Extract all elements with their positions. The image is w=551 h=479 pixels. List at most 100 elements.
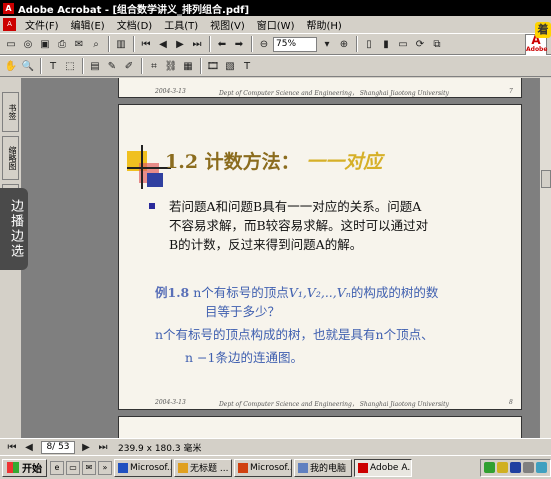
title-bar: A Adobe Acrobat - [组合数学讲义_排列组合.pdf] [0,0,551,16]
current-page: 1.2 计数方法： 一一对应 若问题A和问题B具有一一对应的关系。问题A 不容易… [118,104,522,410]
save-icon[interactable]: ▣ [37,36,53,52]
example-line-2: 目等于多少？ [205,304,281,319]
example-text-b: 的构成的树的数 [350,285,439,300]
prev-page-status-icon[interactable]: ◀ [21,439,37,455]
taskbar-item-my-computer[interactable]: 我的电脑 [294,458,352,477]
bullet-marker [149,203,155,209]
example-label: 例1.8 [155,285,190,300]
zoom-tool-icon[interactable]: 🔍 [20,58,36,74]
page-size: 239.9 x 180.3 毫米 [118,443,202,454]
last-page-icon[interactable]: ⏭ [189,36,205,52]
taskbar-item-acrobat[interactable]: Adobe A... [354,458,412,477]
start-button[interactable]: 开始 [2,458,47,477]
email-icon[interactable]: ✉ [71,36,87,52]
answer-line-2: n −1条边的连通图。 [185,350,303,365]
pencil-tool-icon[interactable]: ✎ [104,58,120,74]
open-icon[interactable]: ▭ [3,36,19,52]
quick-launch-desktop-icon[interactable]: ▭ [66,460,80,475]
menu-bar: A 文件(F) 编辑(E) 文档(D) 工具(T) 视图(V) 窗口(W) 帮助… [0,16,551,33]
first-page-status-icon[interactable]: ⏮ [4,439,20,455]
previous-page-icon[interactable]: ◀ [155,36,171,52]
show-hide-navigation-icon[interactable]: ▥ [113,36,129,52]
menu-document[interactable]: 文档(D) [111,17,159,32]
frame-button[interactable]: 边播边选 [0,188,28,270]
zoom-dropdown-icon[interactable]: ▾ [319,36,335,52]
fit-page-icon[interactable]: ▮ [378,36,394,52]
hand-tool-icon[interactable]: ✋ [3,58,19,74]
last-page-status-icon[interactable]: ⏭ [95,439,111,455]
go-back-icon[interactable]: ⬅ [214,36,230,52]
link-tool-icon[interactable]: ⛓ [163,58,179,74]
crop-tool-icon[interactable]: ⌗ [146,58,162,74]
vertical-scrollbar[interactable] [539,78,551,438]
toolbar-tools: ✋ 🔍 T ⬚ ▤ ✎ ✐ ⌗ ⛓ ▦ 🎞 ▧ T [0,55,551,77]
menu-tools[interactable]: 工具(T) [158,17,204,32]
footer-page-number: 8 [509,399,513,406]
go-forward-icon[interactable]: ➡ [231,36,247,52]
menu-view[interactable]: 视图(V) [204,17,251,32]
footer-date: 2004-3-13 [155,88,186,95]
menu-file[interactable]: 文件(F) [19,17,65,32]
highlight-tool-icon[interactable]: ✐ [121,58,137,74]
document-area[interactable]: 2004-3-13 Dept of Computer Science and E… [22,78,539,438]
footer-page-number: 7 [509,88,513,95]
tray-app-icon[interactable] [523,462,534,473]
tray-antivirus-icon[interactable] [510,462,521,473]
tab-bookmarks[interactable]: 书签 [2,92,19,132]
tab-thumbnails[interactable]: 缩略图 [2,136,19,180]
document-icon[interactable]: A [3,18,16,31]
taskbar-item-paint[interactable]: 无标题 ... [174,458,232,477]
previous-page: 2004-3-13 Dept of Computer Science and E… [118,78,522,98]
menu-help[interactable]: 帮助(H) [300,17,347,32]
example-vars: V₁,V₂,..,Vₙ [288,285,351,300]
taskbar-item-powerpoint[interactable]: Microsof... [234,458,292,477]
window-title: Adobe Acrobat - [组合数学讲义_排列组合.pdf] [18,4,250,16]
next-page-status-icon[interactable]: ▶ [78,439,94,455]
zoom-in-icon[interactable]: ⊕ [336,36,352,52]
tray-volume-icon[interactable] [497,462,508,473]
scrollbar-thumb[interactable] [541,170,551,188]
search-icon[interactable]: ⌕ [88,36,104,52]
example-text-a: n个有标号的顶点 [193,285,289,300]
computer-icon [298,462,308,473]
touchup-text-icon[interactable]: T [239,58,255,74]
search-web-icon[interactable]: ◎ [20,36,36,52]
page-number-input[interactable]: 8/ 53 [41,440,75,454]
page-layout-icon[interactable]: ⧉ [429,36,445,52]
note-tool-icon[interactable]: ▤ [87,58,103,74]
graphics-select-icon[interactable]: ⬚ [62,58,78,74]
fit-width-icon[interactable]: ▭ [395,36,411,52]
word-icon [118,462,128,473]
powerpoint-icon [238,462,248,473]
menu-edit[interactable]: 编辑(E) [65,17,111,32]
taskbar-item-word-1[interactable]: Microsof... [114,458,172,477]
next-page [118,416,522,438]
quick-launch-more-icon[interactable]: » [98,460,112,475]
form-tool-icon[interactable]: ▦ [180,58,196,74]
toolbar-main: ▭ ◎ ▣ ⎙ ✉ ⌕ ▥ ⏮ ◀ ▶ ⏭ ⬅ ➡ ⊖ 75% ▾ ⊕ ▯ ▮ … [0,33,551,55]
article-tool-icon[interactable]: ▧ [222,58,238,74]
first-page-icon[interactable]: ⏮ [138,36,154,52]
answer-line-1: n个有标号的顶点构成的树，也就是具有n个顶点、 [155,327,434,342]
tray-network-icon[interactable] [484,462,495,473]
example-block: 例1.8 n个有标号的顶点V₁,V₂,..,Vₙ的构成的树的数 目等于多少？ [155,283,521,321]
rotate-icon[interactable]: ⟳ [412,36,428,52]
menu-window[interactable]: 窗口(W) [251,17,301,32]
quick-launch-ie-icon[interactable]: e [50,460,64,475]
bullet-line-1: 若问题A和问题B具有一一对应的关系。问题A [169,199,422,214]
movie-tool-icon[interactable]: 🎞 [205,58,221,74]
tray-ime-icon[interactable] [536,462,547,473]
zoom-input[interactable]: 75% [273,36,317,52]
footer-dept: Dept of Computer Science and Engineering… [219,90,449,97]
print-icon[interactable]: ⎙ [54,36,70,52]
bullet-paragraph: 若问题A和问题B具有一一对应的关系。问题A 不容易求解，而B较容易求解。这时可以… [149,197,519,254]
acrobat-icon[interactable]: A [3,2,14,14]
zoom-out-icon[interactable]: ⊖ [256,36,272,52]
text-select-icon[interactable]: T [45,58,61,74]
actual-size-icon[interactable]: ▯ [361,36,377,52]
paint-icon [178,462,188,473]
ime-indicator-icon[interactable]: 着 [535,22,551,38]
next-page-icon[interactable]: ▶ [172,36,188,52]
quick-launch-outlook-icon[interactable]: ✉ [82,460,96,475]
answer-block: n个有标号的顶点构成的树，也就是具有n个顶点、 n −1条边的连通图。 [155,323,521,369]
